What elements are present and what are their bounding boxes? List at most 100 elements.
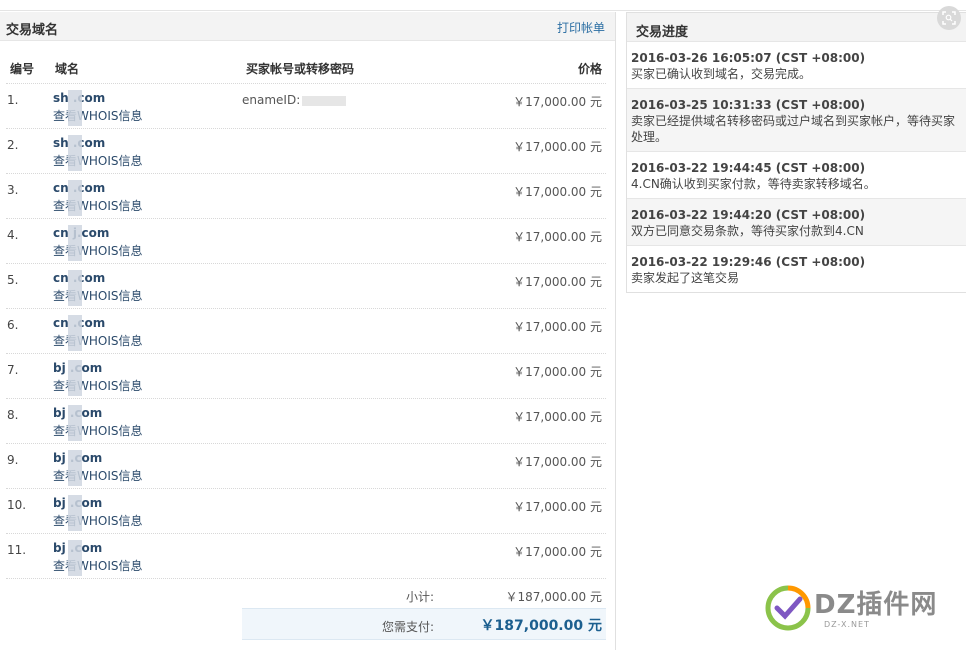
amount-due-label: 您需支付:: [381, 620, 434, 634]
subtotal-value: ￥187,000.00 元: [505, 590, 602, 604]
table-row: 8. bj .com 查看WHOIS信息 ￥17,000.00 元: [6, 399, 606, 444]
redaction-mask: [68, 540, 82, 576]
whois-link[interactable]: 查看WHOIS信息: [53, 107, 143, 124]
event-text: 买家已确认收到域名，交易完成。: [631, 67, 812, 81]
event-time: 2016-03-22 19:44:20 (CST +08:00): [631, 208, 866, 222]
row-number: 3.: [7, 183, 19, 197]
whois-link[interactable]: 查看WHOIS信息: [53, 197, 143, 214]
event-time: 2016-03-26 16:05:07 (CST +08:00): [631, 51, 866, 65]
row-number: 7.: [7, 363, 19, 377]
redaction-mask: [68, 225, 82, 261]
price: ￥17,000.00 元: [513, 140, 602, 154]
watermark: DZ插件网 DZ-X.NET: [764, 582, 954, 634]
domains-panel-header: 交易域名 打印帐单: [0, 12, 615, 41]
row-number: 8.: [7, 408, 19, 422]
table-row: 5. cn .com 查看WHOIS信息 ￥17,000.00 元: [6, 264, 606, 309]
progress-event: 2016-03-25 10:31:33 (CST +08:00) 卖家已经提供域…: [627, 89, 966, 152]
zoom-fit-icon: [942, 11, 956, 25]
price: ￥17,000.00 元: [513, 185, 602, 199]
progress-panel-header: 交易进度: [627, 13, 966, 42]
redaction-mask: [68, 270, 82, 306]
domains-panel-title: 交易域名: [6, 23, 59, 38]
print-bill-link[interactable]: 打印帐单: [557, 19, 605, 36]
zoom-fit-button[interactable]: [937, 6, 961, 30]
row-number: 11.: [7, 543, 27, 557]
whois-link[interactable]: 查看WHOIS信息: [53, 512, 143, 529]
event-time: 2016-03-22 19:29:46 (CST +08:00): [631, 255, 866, 269]
redaction-mask: [68, 495, 82, 531]
redaction-mask: [302, 95, 347, 106]
redaction-mask: [68, 90, 82, 126]
header-price: 价格: [577, 62, 602, 76]
table-row: 2. sh .com 查看WHOIS信息 ￥17,000.00 元: [6, 129, 606, 174]
row-number: 4.: [7, 228, 19, 242]
domains-panel: 交易域名 打印帐单 编号 域名 买家帐号或转移密码 价格 1. sh .com …: [0, 12, 616, 650]
header-domain: 域名: [55, 62, 80, 76]
whois-link[interactable]: 查看WHOIS信息: [53, 467, 143, 484]
row-number: 9.: [7, 453, 19, 467]
price: ￥17,000.00 元: [513, 410, 602, 424]
price: ￥17,000.00 元: [513, 320, 602, 334]
row-number: 2.: [7, 138, 19, 152]
price: ￥17,000.00 元: [513, 230, 602, 244]
table-row: 3. cn .com 查看WHOIS信息 ￥17,000.00 元: [6, 174, 606, 219]
progress-event: 2016-03-22 19:44:45 (CST +08:00) 4.CN确认收…: [627, 152, 966, 199]
progress-list: 2016-03-26 16:05:07 (CST +08:00) 买家已确认收到…: [627, 42, 966, 292]
price: ￥17,000.00 元: [513, 95, 602, 109]
price: ￥17,000.00 元: [513, 545, 602, 559]
event-text: 卖家发起了这笔交易: [631, 271, 740, 285]
table-row: 6. cn .com 查看WHOIS信息 ￥17,000.00 元: [6, 309, 606, 354]
subtotal-label: 小计:: [405, 590, 434, 604]
amount-due-row: 您需支付: ￥187,000.00 元: [242, 608, 606, 640]
table-row: 11. bj .com 查看WHOIS信息 ￥17,000.00 元: [6, 534, 606, 579]
progress-event: 2016-03-26 16:05:07 (CST +08:00) 买家已确认收到…: [627, 42, 966, 89]
progress-panel-title: 交易进度: [636, 25, 689, 40]
whois-link[interactable]: 查看WHOIS信息: [53, 332, 143, 349]
event-text: 双方已同意交易条款，等待买家付款到4.CN: [631, 224, 864, 238]
row-number: 6.: [7, 318, 19, 332]
price: ￥17,000.00 元: [513, 500, 602, 514]
row-number: 10.: [7, 498, 27, 512]
redaction-mask: [68, 360, 82, 396]
dz-logo-icon: [765, 585, 811, 631]
buyer-code-label: enameID:: [242, 93, 301, 107]
top-divider: [0, 10, 966, 11]
buyer-code: enameID:: [242, 93, 347, 107]
price: ￥17,000.00 元: [513, 365, 602, 379]
table-row: 7. bj .com 查看WHOIS信息 ￥17,000.00 元: [6, 354, 606, 399]
table-row: 4. cn j.com 查看WHOIS信息 ￥17,000.00 元: [6, 219, 606, 264]
header-code: 买家帐号或转移密码: [246, 62, 355, 76]
watermark-url: DZ-X.NET: [824, 620, 870, 629]
redaction-mask: [68, 315, 82, 351]
whois-link[interactable]: 查看WHOIS信息: [53, 152, 143, 169]
whois-link[interactable]: 查看WHOIS信息: [53, 377, 143, 394]
event-text: 4.CN确认收到买家付款，等待卖家转移域名。: [631, 177, 876, 191]
whois-link[interactable]: 查看WHOIS信息: [53, 557, 143, 574]
header-no: 编号: [10, 62, 35, 76]
redaction-mask: [68, 180, 82, 216]
whois-link[interactable]: 查看WHOIS信息: [53, 287, 143, 304]
progress-event: 2016-03-22 19:44:20 (CST +08:00) 双方已同意交易…: [627, 199, 966, 246]
redaction-mask: [68, 135, 82, 171]
redaction-mask: [68, 405, 82, 441]
whois-link[interactable]: 查看WHOIS信息: [53, 242, 143, 259]
redaction-mask: [68, 450, 82, 486]
whois-link[interactable]: 查看WHOIS信息: [53, 422, 143, 439]
event-text: 卖家已经提供域名转移密码或过户域名到买家帐户，等待买家处理。: [631, 114, 956, 144]
table-header: 编号 域名 买家帐号或转移密码 价格: [6, 56, 606, 84]
table-row: 10. bj .com 查看WHOIS信息 ￥17,000.00 元: [6, 489, 606, 534]
subtotal-row: 小计: ￥187,000.00 元: [242, 583, 606, 607]
watermark-name: DZ插件网: [814, 590, 938, 620]
price: ￥17,000.00 元: [513, 275, 602, 289]
row-number: 5.: [7, 273, 19, 287]
progress-panel: 交易进度 2016-03-26 16:05:07 (CST +08:00) 买家…: [626, 12, 966, 293]
progress-event: 2016-03-22 19:29:46 (CST +08:00) 卖家发起了这笔…: [627, 246, 966, 292]
event-time: 2016-03-22 19:44:45 (CST +08:00): [631, 161, 866, 175]
event-time: 2016-03-25 10:31:33 (CST +08:00): [631, 98, 866, 112]
amount-due-value: ￥187,000.00 元: [480, 618, 602, 634]
table-row: 1. sh .com 查看WHOIS信息 enameID: ￥17,000.00…: [6, 84, 606, 129]
domains-table: 编号 域名 买家帐号或转移密码 价格 1. sh .com 查看WHOIS信息 …: [6, 56, 606, 579]
price: ￥17,000.00 元: [513, 455, 602, 469]
table-row: 9. bj .com 查看WHOIS信息 ￥17,000.00 元: [6, 444, 606, 489]
row-number: 1.: [7, 93, 19, 107]
